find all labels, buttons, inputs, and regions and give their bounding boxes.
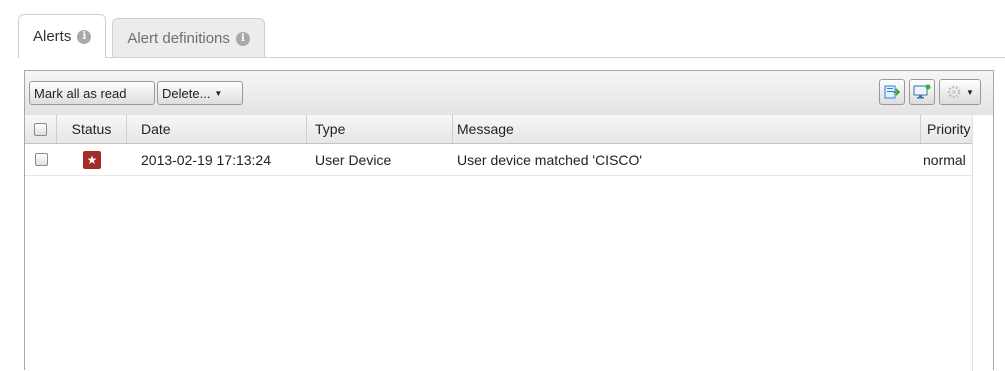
message-cell: User device matched 'CISCO' xyxy=(457,151,643,168)
info-icon[interactable]: i xyxy=(235,31,250,46)
table-row[interactable]: ★ 2013-02-19 17:13:24 User Device User d… xyxy=(25,144,973,176)
monitor-button[interactable] xyxy=(909,79,935,105)
table-scrollbar[interactable] xyxy=(972,115,993,371)
mark-all-read-label: Mark all as read xyxy=(34,85,127,101)
column-header-status-label: Status xyxy=(71,121,112,137)
tab-alerts[interactable]: Alerts i xyxy=(18,14,107,58)
select-all-checkbox[interactable] xyxy=(34,122,47,136)
tab-alerts-label: Alerts xyxy=(33,28,72,45)
settings-dropdown-button[interactable]: ▼ xyxy=(939,79,981,105)
tab-alert-definitions-label: Alert definitions xyxy=(127,30,230,47)
column-header-status[interactable]: Status xyxy=(57,115,127,143)
date-cell: 2013-02-19 17:13:24 xyxy=(141,151,271,168)
row-select-cell xyxy=(25,144,57,175)
monitor-icon xyxy=(913,84,931,99)
export-button[interactable] xyxy=(879,79,905,105)
chevron-down-icon: ▼ xyxy=(214,88,223,98)
chevron-down-icon: ▼ xyxy=(966,87,974,97)
mark-all-read-button[interactable]: Mark all as read xyxy=(29,81,155,105)
select-all-cell xyxy=(25,115,57,143)
column-header-date[interactable]: Date xyxy=(127,115,307,143)
column-header-message[interactable]: Message xyxy=(453,115,921,143)
tab-bar: Alerts i Alert definitions i xyxy=(18,14,271,58)
table-header: Status Date Type Message Priority xyxy=(25,115,993,144)
gear-icon xyxy=(947,85,961,99)
tab-divider xyxy=(18,57,1005,58)
column-header-priority-label: Priority xyxy=(927,121,971,137)
alerts-panel: Mark all as read Delete... ▼ ▼ Status Da… xyxy=(24,70,994,371)
tab-alert-definitions[interactable]: Alert definitions i xyxy=(112,18,265,58)
column-header-type-label: Type xyxy=(315,121,346,137)
toolbar: Mark all as read Delete... ▼ ▼ xyxy=(25,71,993,116)
export-icon xyxy=(884,85,900,99)
delete-label: Delete... xyxy=(162,85,211,101)
priority-cell: normal xyxy=(923,151,966,168)
type-cell: User Device xyxy=(315,151,392,168)
column-header-message-label: Message xyxy=(457,121,514,137)
delete-dropdown-button[interactable]: Delete... ▼ xyxy=(157,81,243,105)
column-header-date-label: Date xyxy=(141,121,171,137)
row-checkbox[interactable] xyxy=(34,153,48,166)
star-icon: ★ xyxy=(83,150,101,169)
info-icon[interactable]: i xyxy=(77,29,92,44)
status-cell: ★ xyxy=(57,144,127,175)
column-header-type[interactable]: Type xyxy=(307,115,453,143)
